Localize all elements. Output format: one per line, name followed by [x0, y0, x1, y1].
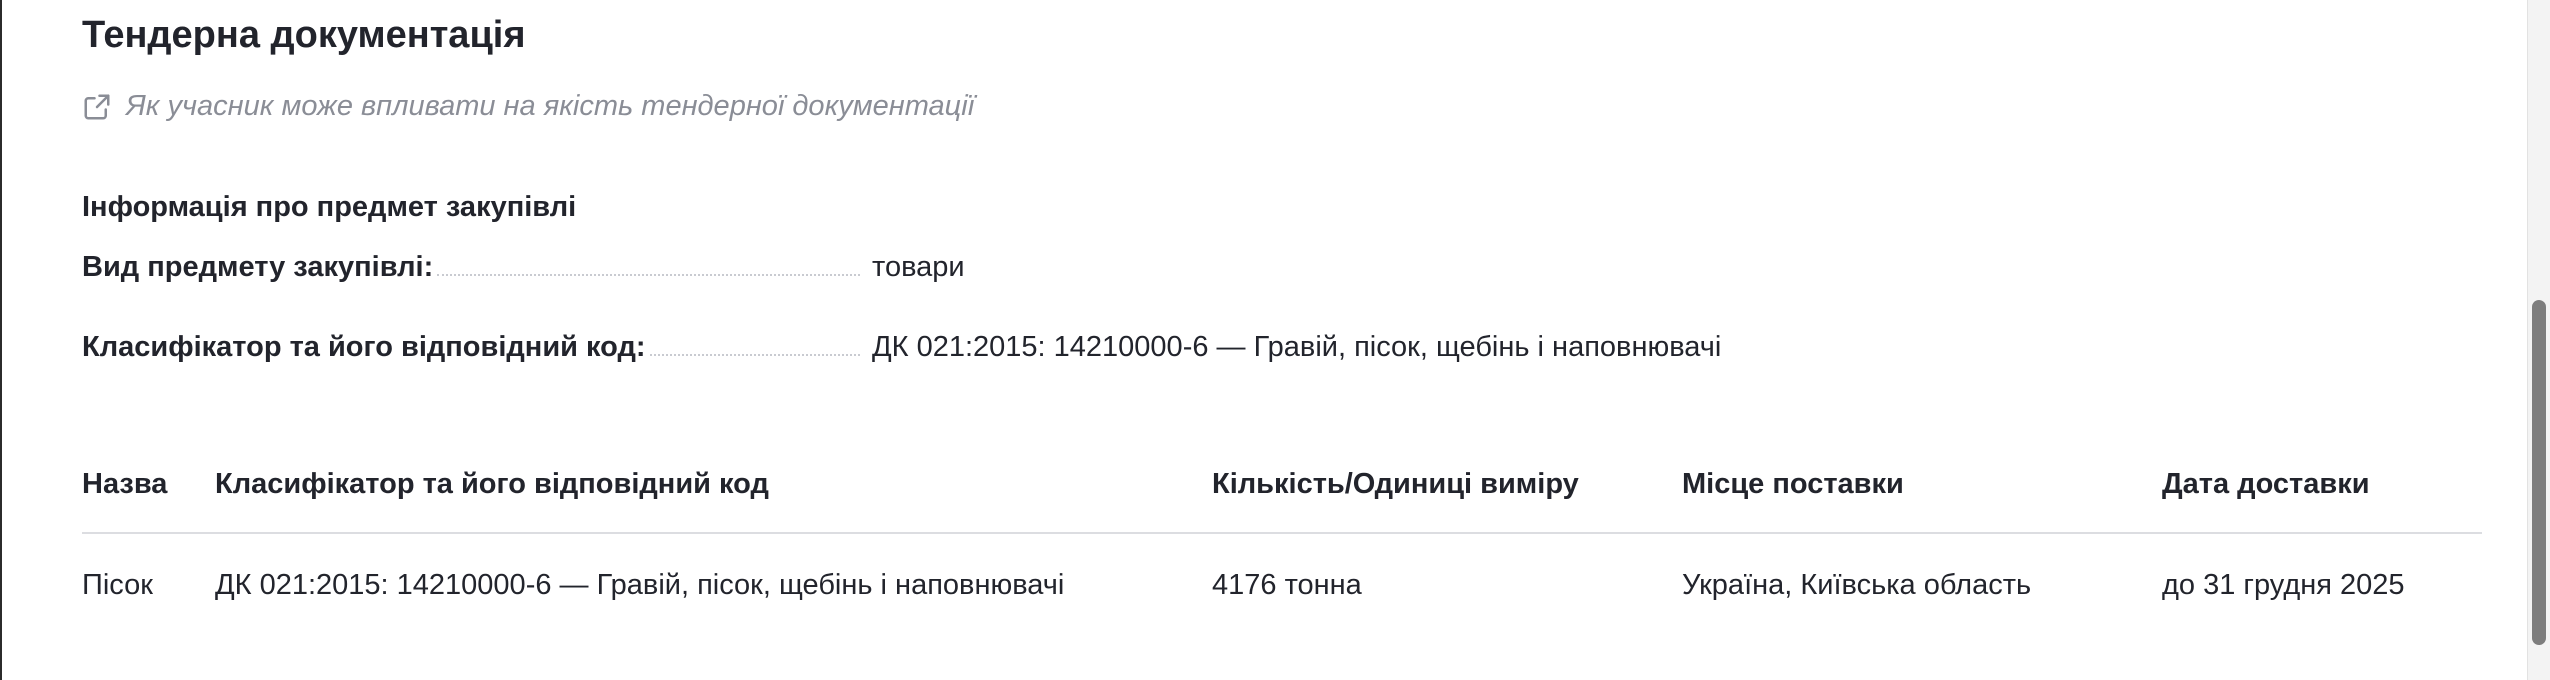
item-classifier: ДК 021:2015: 14210000-6 — Гравій, пісок,… [215, 569, 1065, 601]
header-name: Назва [82, 468, 168, 500]
item-name: Пісок [82, 569, 153, 601]
classifier-value: ДК 021:2015: 14210000-6 — Гравій, пісок,… [872, 331, 1722, 363]
quality-guide-link[interactable]: Як учасник може впливати на якість тенде… [82, 90, 974, 123]
header-delivery-date: Дата доставки [2162, 468, 2370, 500]
item-delivery-date: до 31 грудня 2025 [2162, 569, 2405, 601]
scrollbar-thumb[interactable] [2532, 300, 2546, 645]
items-table-header: Назва Класифікатор та його відповідний к… [82, 460, 2482, 534]
procurement-info-heading: Інформація про предмет закупівлі [82, 191, 577, 223]
item-delivery-place: Україна, Київська область [1682, 569, 2032, 601]
items-table: Назва Класифікатор та його відповідний к… [82, 460, 2482, 634]
external-link-icon [82, 92, 112, 122]
dotted-leader [437, 273, 860, 276]
classifier-label: Класифікатор та його відповідний код: [82, 331, 646, 363]
procurement-type-value: товари [872, 251, 965, 283]
table-row: Пісок ДК 021:2015: 14210000-6 — Гравій, … [82, 534, 2482, 634]
vertical-scrollbar[interactable] [2527, 0, 2550, 680]
dotted-leader [649, 353, 860, 356]
header-quantity: Кількість/Одиниці виміру [1212, 468, 1579, 500]
tender-documentation-section: Тендерна документація Як учасник може вп… [82, 0, 2482, 680]
item-quantity: 4176 тонна [1212, 569, 1362, 601]
page-left-border [0, 0, 2, 680]
procurement-type-label: Вид предмету закупівлі: [82, 251, 434, 283]
header-classifier: Класифікатор та його відповідний код [215, 468, 769, 500]
header-delivery-place: Місце поставки [1682, 468, 1904, 500]
section-title: Тендерна документація [82, 14, 526, 56]
procurement-type-row: Вид предмету закупівлі: товари [82, 240, 1882, 284]
quality-guide-link-text: Як учасник може впливати на якість тенде… [126, 90, 975, 122]
classifier-row: Класифікатор та його відповідний код: ДК… [82, 320, 1882, 364]
